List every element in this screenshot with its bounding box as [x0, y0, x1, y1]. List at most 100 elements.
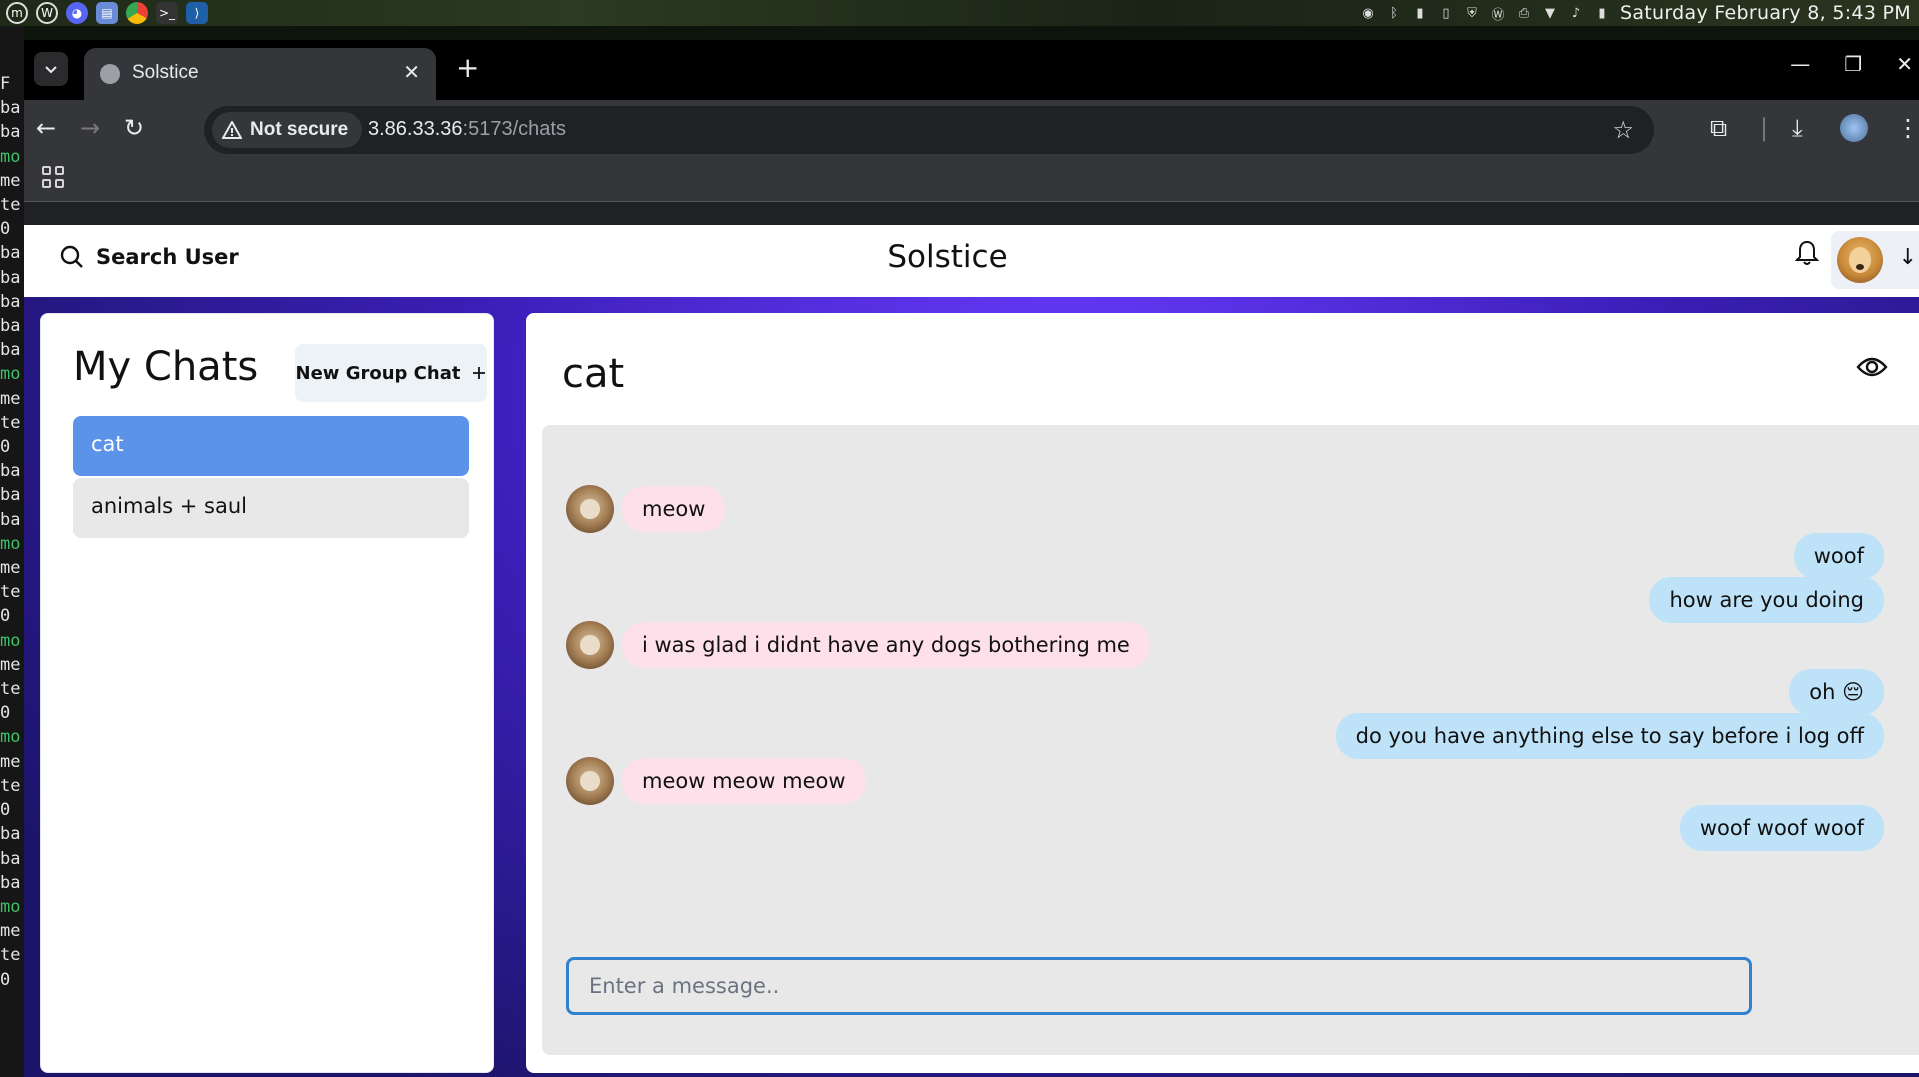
terminal-line: te	[0, 582, 21, 603]
wordpress-tray-icon[interactable]: Ⓦ	[1490, 5, 1506, 23]
printer-icon[interactable]: ⎙	[1516, 5, 1532, 21]
terminal-icon[interactable]: >_	[156, 2, 178, 24]
terminal-line: te	[0, 412, 21, 433]
chat-name: animals + saul	[91, 494, 248, 518]
incoming-message-bubble: meow meow meow	[622, 758, 866, 804]
terminal-line: me	[0, 751, 21, 772]
url-host: 3.86.33.36	[368, 118, 463, 140]
menu-kebab-icon[interactable]: ⋮	[1896, 114, 1919, 142]
message-row: woof woof woof	[1679, 805, 1884, 851]
download-icon[interactable]: ⤓	[1792, 114, 1803, 142]
minimize-icon[interactable]: —	[1790, 52, 1810, 76]
terminal-window-edge: Fba ba mo me te 0 ba ba ba ba ba mo me te 0 ba ba ba mo m…	[0, 26, 24, 1077]
outgoing-message-bubble: how are you doing	[1649, 577, 1884, 623]
discord-icon[interactable]: ◕	[66, 2, 88, 24]
tab-solstice[interactable]: Solstice ✕	[84, 48, 436, 100]
message-row: how are you doing	[1649, 577, 1884, 623]
sender-avatar[interactable]	[566, 621, 614, 669]
my-chats-title: My Chats	[73, 344, 259, 390]
tab-title: Solstice	[132, 62, 199, 83]
message-input[interactable]	[566, 957, 1752, 1015]
apps-grid-icon[interactable]	[42, 166, 64, 188]
message-row: i was glad i didnt have any dogs botheri…	[566, 621, 1150, 669]
chevron-down-icon: ↓	[1898, 245, 1917, 270]
volume-icon[interactable]: ♪	[1568, 5, 1584, 21]
files-icon[interactable]: ▤	[96, 2, 118, 24]
terminal-line: mo	[0, 896, 21, 917]
message-row: meow meow meow	[566, 757, 866, 805]
terminal-line: me	[0, 921, 21, 942]
security-label: Not secure	[250, 119, 349, 140]
shield-icon[interactable]: ⛨	[1464, 5, 1480, 21]
chat-list-item[interactable]: animals + saul	[73, 478, 469, 538]
wifi-icon[interactable]: ▼	[1542, 5, 1558, 21]
chat-title: cat	[562, 351, 625, 397]
outgoing-message-bubble: do you have anything else to say before …	[1335, 713, 1884, 759]
bookmarks-bar	[24, 156, 1919, 202]
vscode-icon[interactable]: ⟩	[186, 2, 208, 24]
discord-tray-icon[interactable]: ◉	[1360, 5, 1376, 21]
extensions-icon[interactable]: ⧉	[1710, 114, 1727, 142]
battery-icon[interactable]: ▮	[1412, 5, 1428, 21]
terminal-line: me	[0, 388, 21, 409]
mint-menu-icon[interactable]: m	[6, 2, 28, 24]
terminal-line: ba	[0, 316, 21, 337]
url-path: :5173/chats	[462, 118, 566, 140]
bell-icon[interactable]	[1795, 239, 1819, 267]
clock[interactable]: Saturday February 8, 5:43 PM	[1620, 2, 1919, 24]
sender-avatar[interactable]	[566, 485, 614, 533]
tab-strip: Solstice ✕ + — ❐ ✕	[24, 40, 1919, 100]
reload-icon[interactable]: ↻	[124, 114, 144, 142]
outgoing-message-bubble: woof woof woof	[1679, 805, 1884, 851]
incoming-message-bubble: meow	[622, 486, 726, 532]
terminal-line: mo	[0, 146, 21, 167]
terminal-line: te	[0, 195, 21, 216]
url-text[interactable]: 3.86.33.36:5173/chats	[368, 118, 566, 141]
chrome-icon[interactable]	[126, 2, 148, 24]
bluetooth-icon[interactable]: ᛒ	[1386, 5, 1402, 21]
outgoing-message-bubble: woof	[1793, 533, 1884, 579]
terminal-line: ba	[0, 243, 21, 264]
power-icon[interactable]: ▮	[1594, 5, 1610, 21]
browser-toolbar: ← → ↻ Not secure 3.86.33.36:5173/chats ☆…	[24, 100, 1919, 156]
globe-icon	[100, 64, 120, 84]
address-bar[interactable]: Not secure 3.86.33.36:5173/chats ☆	[204, 106, 1654, 154]
terminal-line: mo	[0, 533, 21, 554]
new-tab-icon[interactable]: +	[456, 54, 479, 82]
clipboard-icon[interactable]: ▯	[1438, 5, 1454, 21]
terminal-line: 0	[0, 437, 11, 458]
profile-menu-button[interactable]: ↓	[1831, 231, 1919, 289]
profile-avatar-icon[interactable]	[1840, 114, 1868, 142]
toolbar-divider: |	[1760, 114, 1769, 142]
app-header: Search User Solstice ↓	[24, 225, 1919, 297]
messages-area[interactable]: meow woofhow are you doing i was glad i di…	[542, 425, 1919, 1055]
bookmark-star-icon[interactable]: ☆	[1612, 116, 1634, 144]
incoming-message-bubble: i was glad i didnt have any dogs botheri…	[622, 622, 1150, 668]
terminal-line: ba	[0, 122, 21, 143]
wordpress-icon[interactable]: W	[36, 2, 58, 24]
new-group-chat-button[interactable]: New Group Chat	[295, 344, 487, 402]
terminal-line: ba	[0, 509, 21, 530]
forward-icon[interactable]: →	[80, 114, 100, 142]
terminal-line: F	[0, 74, 11, 94]
chat-panel: cat meow woofhow are you doing i was glad …	[526, 313, 1919, 1073]
message-row: do you have anything else to say before …	[1335, 713, 1884, 759]
security-chip[interactable]: Not secure	[212, 112, 363, 148]
terminal-line: ba	[0, 461, 21, 482]
terminal-line: me	[0, 654, 21, 675]
sender-avatar[interactable]	[566, 757, 614, 805]
browser-window: Solstice ✕ + — ❐ ✕ ← → ↻ Not secure 3.86…	[24, 40, 1919, 1077]
tab-search-button[interactable]	[34, 52, 68, 86]
close-tab-icon[interactable]: ✕	[403, 60, 420, 84]
eye-icon[interactable]	[1856, 355, 1888, 379]
terminal-line: 0	[0, 606, 11, 627]
terminal-line: ba	[0, 872, 21, 893]
close-window-icon[interactable]: ✕	[1896, 52, 1913, 76]
terminal-line: ba	[0, 485, 21, 506]
chat-list-item[interactable]: cat	[73, 416, 469, 476]
terminal-line: ba	[0, 98, 21, 119]
back-icon[interactable]: ←	[36, 114, 56, 142]
terminal-line: te	[0, 775, 21, 796]
terminal-line: ba	[0, 824, 21, 845]
restore-icon[interactable]: ❐	[1844, 52, 1862, 76]
